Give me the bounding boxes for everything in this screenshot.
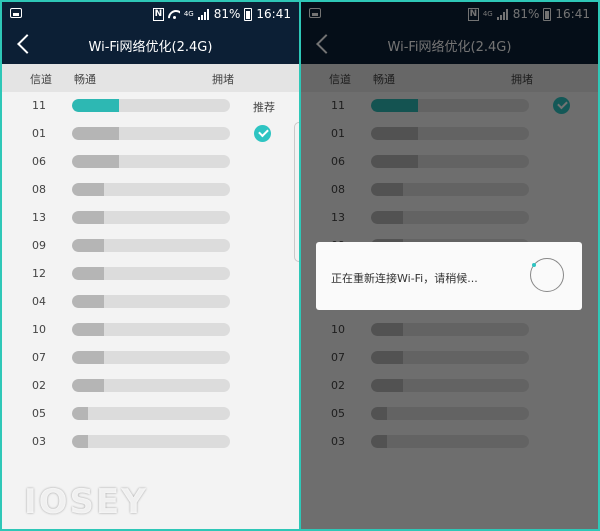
congestion-bar-fill — [72, 127, 120, 140]
page-title: Wi-Fi网络优化(2.4G) — [88, 40, 213, 55]
congestion-bar-fill — [72, 323, 104, 336]
right-screen: N 4G 81% 16:41 Wi-Fi网络优化(2.4G) 信道 畅通 拥堵 … — [300, 0, 600, 531]
channel-number: 06 — [32, 155, 46, 168]
congestion-bar — [72, 99, 230, 112]
congestion-bar-fill — [72, 267, 104, 280]
channel-row-02[interactable]: 02 — [2, 372, 299, 400]
congestion-bar-fill — [72, 351, 104, 364]
clock: 16:41 — [256, 7, 291, 21]
congestion-bar-fill — [72, 239, 104, 252]
selected-check-icon — [254, 125, 271, 142]
congested-column-header: 拥堵 — [212, 73, 234, 86]
channel-number: 10 — [32, 323, 46, 336]
channel-number: 02 — [32, 379, 46, 392]
congestion-bar — [72, 239, 230, 252]
channel-row-13[interactable]: 13 — [2, 204, 299, 232]
column-header: 信道 畅通 拥堵 — [2, 64, 299, 92]
channel-row-01[interactable]: 01 — [2, 120, 299, 148]
channel-number: 11 — [32, 99, 46, 112]
channel-row-04[interactable]: 04 — [2, 288, 299, 316]
congestion-bar — [72, 295, 230, 308]
congestion-bar — [72, 155, 230, 168]
reconnect-message: 正在重新连接Wi-Fi，请稍候... — [331, 272, 478, 285]
congestion-bar — [72, 351, 230, 364]
watermark-logo: IOSEY — [24, 482, 148, 522]
channel-number: 05 — [32, 407, 46, 420]
congestion-bar-fill — [72, 155, 120, 168]
channel-row-10[interactable]: 10 — [2, 316, 299, 344]
status-bar: N 4G 81% 16:41 — [2, 2, 299, 26]
signal-icon — [197, 8, 210, 20]
congestion-bar — [72, 127, 230, 140]
channel-row-09[interactable]: 09 — [2, 232, 299, 260]
congestion-bar — [72, 379, 230, 392]
channel-number: 04 — [32, 295, 46, 308]
channel-number: 07 — [32, 351, 46, 364]
congestion-bar — [72, 435, 230, 448]
channel-number: 12 — [32, 267, 46, 280]
gallery-icon — [10, 8, 22, 18]
battery-percent: 81% — [213, 7, 241, 21]
channel-number: 03 — [32, 435, 46, 448]
channel-row-07[interactable]: 07 — [2, 344, 299, 372]
channel-row-11[interactable]: 11 推荐 — [2, 92, 299, 120]
congestion-bar-fill — [72, 211, 104, 224]
channel-number: 08 — [32, 183, 46, 196]
recommend-label: 推荐 — [253, 101, 275, 114]
congestion-bar-fill — [72, 99, 120, 112]
congestion-bar-fill — [72, 183, 104, 196]
channel-column-header: 信道 — [30, 73, 52, 86]
channel-number: 09 — [32, 239, 46, 252]
channel-row-06[interactable]: 06 — [2, 148, 299, 176]
title-bar: Wi-Fi网络优化(2.4G) — [2, 26, 299, 64]
congestion-bar-fill — [72, 407, 88, 420]
nfc-icon: N — [152, 7, 164, 21]
left-screen: N 4G 81% 16:41 Wi-Fi网络优化(2.4G) 信道 畅通 拥堵 … — [0, 0, 300, 531]
channel-number: 13 — [32, 211, 46, 224]
congestion-bar-fill — [72, 435, 88, 448]
channel-row-08[interactable]: 08 — [2, 176, 299, 204]
congestion-bar — [72, 323, 230, 336]
smooth-column-header: 畅通 — [74, 73, 96, 86]
congestion-bar — [72, 407, 230, 420]
channel-number: 01 — [32, 127, 46, 140]
wifi-icon — [168, 9, 180, 19]
channel-row-12[interactable]: 12 — [2, 260, 299, 288]
congestion-bar — [72, 267, 230, 280]
loading-spinner-icon — [530, 258, 564, 292]
channel-row-05[interactable]: 05 — [2, 400, 299, 428]
congestion-bar-fill — [72, 295, 104, 308]
scroll-edge — [294, 122, 299, 262]
network-type: 4G — [183, 10, 194, 18]
congestion-bar-fill — [72, 379, 104, 392]
congestion-bar — [72, 183, 230, 196]
reconnect-dialog: 正在重新连接Wi-Fi，请稍候... — [316, 242, 582, 310]
channel-row-03[interactable]: 03 — [2, 428, 299, 456]
battery-icon — [244, 7, 253, 21]
congestion-bar — [72, 211, 230, 224]
